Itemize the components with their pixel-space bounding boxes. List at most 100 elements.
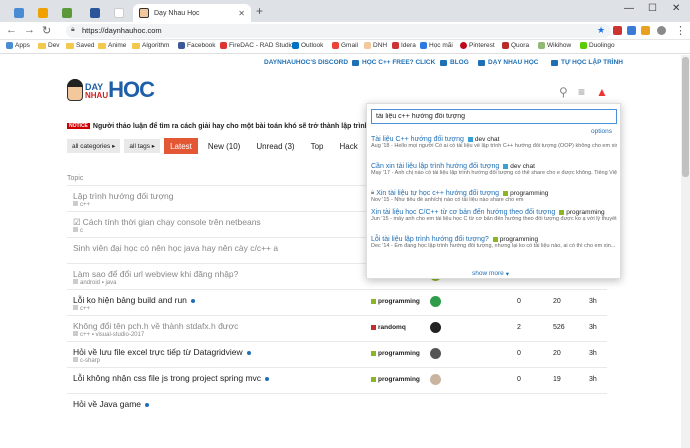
avatar[interactable] — [430, 374, 441, 385]
topic-title-link[interactable]: Không đổi tên pch.h về thành stdafx.h đư… — [73, 321, 238, 331]
table-row[interactable]: Hỏi về Java game — [67, 393, 607, 419]
bookmark-item[interactable]: Wikihow — [538, 42, 571, 49]
scrollbar[interactable] — [681, 55, 690, 448]
topic-tags[interactable]: android ▪ java — [73, 279, 116, 286]
forward-icon[interactable]: → — [24, 24, 35, 36]
search-input[interactable] — [371, 109, 617, 124]
maximize-icon[interactable]: ☐ — [648, 3, 657, 14]
extension-icon[interactable] — [613, 26, 622, 35]
topic-activity[interactable]: 3h — [589, 376, 597, 383]
category-badge[interactable]: randomq — [371, 324, 406, 331]
reload-icon[interactable]: ↻ — [42, 24, 51, 37]
avatar[interactable] — [430, 296, 441, 307]
bookmark-star-icon[interactable]: ★ — [597, 25, 605, 36]
topic-activity[interactable]: 3h — [589, 298, 597, 305]
bookmark-item[interactable]: Duolingo — [580, 42, 615, 49]
bookmark-item[interactable]: Facebook — [178, 42, 216, 49]
link-blog[interactable]: BLOG — [440, 59, 469, 66]
bookmark-item[interactable]: Học mãi — [420, 42, 453, 49]
bookmark-item[interactable]: Anime — [98, 42, 126, 49]
nav-hack[interactable]: Hack — [333, 138, 363, 154]
tab-active[interactable]: Dạy Nhau Học ✕ — [133, 4, 251, 22]
search-icon[interactable]: ⚲ — [559, 85, 568, 99]
bookmark-apps[interactable]: Apps — [6, 42, 30, 49]
minimize-icon[interactable]: — — [624, 3, 634, 14]
url-input[interactable]: 🔒︎ https://daynhauhoc.com — [66, 24, 611, 38]
bookmark-item[interactable]: Outlook — [292, 42, 323, 49]
category-badge[interactable]: programming — [371, 350, 420, 357]
bookmark-item[interactable]: DNH — [364, 42, 387, 49]
bookmark-item[interactable]: Saved — [66, 42, 94, 49]
topic-tags[interactable]: c-sharp — [73, 357, 100, 364]
avatar[interactable] — [430, 322, 441, 333]
tab-5[interactable] — [108, 4, 130, 22]
topic-title-link[interactable]: Lỗi ko hiện bảng build and run — [73, 295, 195, 305]
link-cpp-free[interactable]: HỌC C++ FREE? CLICK — [352, 59, 435, 66]
tab-3[interactable] — [56, 4, 78, 22]
tab-4[interactable] — [84, 4, 106, 22]
site-logo[interactable]: DAY NHAU HOC — [67, 79, 155, 101]
topic-title-text: Lỗi không nhận css file js trong project… — [73, 373, 262, 383]
topic-tags[interactable]: c++ ▪ visual-studio-2017 — [73, 331, 144, 338]
category-badge[interactable]: programming — [371, 376, 420, 383]
bookmark-item[interactable]: Gmail — [332, 42, 358, 49]
nav-new[interactable]: New (10) — [202, 138, 246, 154]
unread-dot-icon — [145, 402, 150, 407]
bookmark-item[interactable]: Pinterest — [460, 42, 495, 49]
extension-icon[interactable] — [627, 26, 636, 35]
tab-1[interactable] — [8, 4, 30, 22]
result-excerpt: Nov '15 - Như tiêu đề anh/chị nào có tài… — [371, 197, 524, 203]
profile-avatar[interactable] — [657, 26, 666, 35]
table-row[interactable]: Lỗi ko hiện bảng build and run c++ program… — [67, 289, 607, 315]
link-dnh[interactable]: DẠY NHAU HỌC — [478, 59, 538, 66]
topic-title-link[interactable]: Làm sao để đổi url webview khi đăng nhập… — [73, 269, 238, 279]
topic-title-link[interactable]: Hỏi về Java game — [73, 399, 150, 409]
bookmark-item[interactable]: Dev — [38, 42, 60, 49]
search-options-link[interactable]: options — [591, 128, 612, 135]
topic-title-link[interactable]: ☑ Cách tính thời gian chạy console trên n… — [73, 217, 261, 228]
bookmark-item[interactable]: Algorithm — [132, 42, 169, 49]
hamburger-icon[interactable]: ≡ — [578, 85, 585, 99]
tab-2[interactable] — [32, 4, 54, 22]
search-result[interactable]: Tài liệu C++ hướng đối tượng dev chat Aug … — [371, 136, 617, 150]
back-icon[interactable]: ← — [6, 24, 17, 36]
topic-activity[interactable]: 3h — [589, 324, 597, 331]
user-avatar-icon[interactable]: ▲ — [596, 85, 608, 99]
topic-views: 20 — [553, 298, 561, 305]
nav-latest[interactable]: Latest — [164, 138, 198, 154]
avatar[interactable] — [430, 348, 441, 359]
nav-top[interactable]: Top — [305, 138, 330, 154]
search-result[interactable]: Xin tài liệu học C/C++ từ cơ bản đến hướ… — [371, 209, 617, 223]
topic-activity[interactable]: 3h — [589, 350, 597, 357]
link-tu-hoc[interactable]: TỰ HỌC LẬP TRÌNH — [551, 59, 623, 66]
table-row[interactable]: Lỗi không nhận css file js trong project… — [67, 367, 607, 393]
close-tab-icon[interactable]: ✕ — [238, 9, 245, 18]
category-badge[interactable]: programming — [371, 298, 420, 305]
scrollbar-thumb[interactable] — [682, 57, 689, 177]
nav-unread[interactable]: Unread (3) — [250, 138, 300, 154]
category-dropdown[interactable]: all categories ▸ — [67, 139, 121, 153]
topic-tags[interactable]: c++ — [73, 305, 90, 312]
topic-title-link[interactable]: Sinh viên đại học có nên học java hay nê… — [73, 243, 278, 253]
search-result[interactable]: Lỗi tài liệu lập trình hướng đối tượng? p… — [371, 236, 617, 250]
menu-dots-icon[interactable]: ⋮ — [675, 24, 686, 37]
show-more-link[interactable]: show more ▾ — [472, 270, 509, 278]
table-row[interactable]: Hỏi về lưu file excel trực tiếp từ Datag… — [67, 341, 607, 367]
extension-icon[interactable] — [641, 26, 650, 35]
close-window-icon[interactable]: ✕ — [672, 3, 680, 14]
table-row[interactable]: Không đổi tên pch.h về thành stdafx.h đư… — [67, 315, 607, 341]
bookmark-item[interactable]: Quora — [502, 42, 529, 49]
quora-icon — [502, 42, 509, 49]
search-result[interactable]: 🔒︎ Xin tài liệu tự học c++ hướng đối tượn… — [371, 190, 617, 204]
topic-title-link[interactable]: Hỏi về lưu file excel trực tiếp từ Datag… — [73, 347, 251, 357]
link-discord[interactable]: DAYNHAUHOC'S DISCORD — [264, 59, 348, 66]
search-result[interactable]: Cần xin tài liệu lập trình hướng đối tượ… — [371, 163, 617, 177]
topic-tags[interactable]: c — [73, 227, 83, 234]
tags-dropdown[interactable]: all tags ▸ — [124, 139, 161, 153]
bookmark-item[interactable]: FireDAC - RAD Studio — [220, 42, 294, 49]
topic-title-link[interactable]: Lỗi không nhận css file js trong project… — [73, 373, 270, 383]
new-tab-icon[interactable]: + — [256, 4, 263, 18]
topic-title-link[interactable]: Lập trình hướng đối tượng — [73, 191, 174, 201]
topic-tags[interactable]: c++ — [73, 201, 90, 208]
bookmark-item[interactable]: Idera — [392, 42, 416, 49]
